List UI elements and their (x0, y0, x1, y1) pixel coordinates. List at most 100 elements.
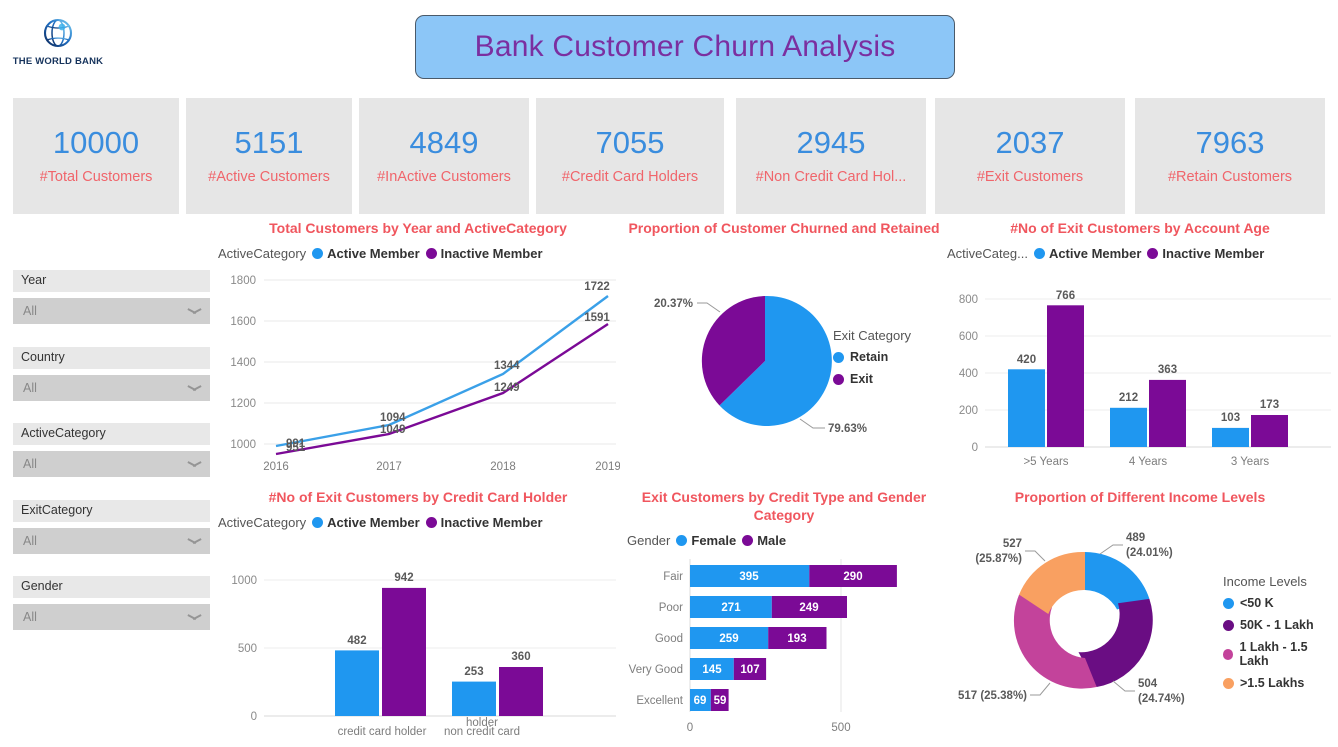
data-label: 1722 (584, 281, 610, 293)
y-tick: 400 (959, 368, 978, 380)
legend-label: Active Member (327, 514, 420, 530)
legend-label: Male (757, 532, 787, 548)
donut-chart-plot: 489 (24.01%) 504 (24.74%) 517 (25.38%) 5… (958, 532, 1185, 705)
leader-line (1099, 544, 1123, 555)
legend-item-inactive-member[interactable]: Inactive Member (1147, 246, 1264, 261)
bar-active-member[interactable] (335, 650, 379, 716)
page-title: Bank Customer Churn Analysis (474, 30, 896, 63)
chevron-down-icon (188, 613, 201, 621)
kpi-card-inactive-customers[interactable]: 4849 #InActive Customers (359, 98, 529, 214)
y-tick: 1200 (230, 398, 256, 410)
chart-exit-customers-by-credit-type-gender[interactable]: Exit Customers by Credit Type and Gender… (625, 489, 943, 747)
logo-wordmark: THE WORLD BANK (12, 55, 104, 67)
kpi-card-total-customers[interactable]: 10000 #Total Customers (13, 98, 179, 214)
legend-item-1lakh-1.5lakh[interactable]: 1 Lakh - 1.5 Lakh (1223, 640, 1335, 668)
legend-item-lt50k[interactable]: <50 K (1223, 596, 1335, 610)
slicer-field-label: Year (13, 270, 210, 292)
dashboard-title-banner: Bank Customer Churn Analysis (415, 15, 955, 79)
slicer-dropdown-exitcategory[interactable]: All (13, 527, 210, 554)
legend-label: Inactive Member (440, 245, 543, 261)
data-label: 395 (739, 571, 759, 583)
donut-data-label: 489 (1126, 532, 1145, 544)
legend-item-active-member[interactable]: Active Member (312, 514, 420, 530)
data-label: 766 (1056, 290, 1075, 302)
legend-item-50k-1lakh[interactable]: 50K - 1 Lakh (1223, 618, 1335, 632)
chart-title: #No of Exit Customers by Credit Card Hol… (268, 489, 568, 505)
legend-swatch-icon (676, 534, 688, 546)
legend-item-retain[interactable]: Retain (833, 350, 911, 364)
slicer-dropdown-year[interactable]: All (13, 298, 210, 324)
kpi-value: 10000 (52, 125, 140, 161)
bar-active-member[interactable] (452, 681, 496, 716)
leader-line (1030, 682, 1051, 696)
chart-exit-customers-by-credit-card-holder[interactable]: #No of Exit Customers by Credit Card Hol… (216, 489, 620, 747)
legend-item-exit[interactable]: Exit (833, 372, 911, 386)
kpi-label: #Retain Customers (1167, 168, 1293, 185)
x-tick: 2017 (376, 461, 402, 473)
kpi-card-non-credit-card-holders[interactable]: 2945 #Non Credit Card Hol... (736, 98, 926, 214)
chart-proportion-income-levels[interactable]: Proportion of Different Income Levels 48… (945, 489, 1335, 747)
pie-legend[interactable]: Exit Category Retain Exit (833, 328, 911, 394)
bar-inactive-member[interactable] (499, 666, 543, 716)
bar-active-member[interactable] (1212, 427, 1249, 447)
legend-item-active-member[interactable]: Active Member (1033, 246, 1141, 261)
legend-label: Female (691, 532, 737, 548)
chart-exit-customers-by-account-age[interactable]: #No of Exit Customers by Account Age Act… (945, 220, 1335, 482)
data-label: 173 (1260, 399, 1279, 411)
data-label: 249 (799, 602, 818, 614)
slicer-selected-value: All (23, 533, 37, 548)
slicer-panel: Year All Country All ActiveCategory All … (13, 270, 213, 653)
slicer-selected-value: All (23, 304, 37, 318)
legend-item-inactive-member[interactable]: Inactive Member (425, 514, 543, 530)
donut-data-label: 517 (25.38%) (958, 690, 1027, 702)
bar-inactive-member[interactable] (1149, 379, 1186, 447)
legend-swatch-icon (1223, 677, 1234, 689)
globe-icon (43, 18, 73, 47)
legend-swatch-icon (833, 373, 844, 385)
slicer-dropdown-gender[interactable]: All (13, 604, 210, 630)
legend-swatch-icon (425, 516, 437, 528)
legend-item-inactive-member[interactable]: Inactive Member (425, 245, 543, 261)
kpi-card-credit-card-holders[interactable]: 7055 #Credit Card Holders (536, 98, 724, 214)
chart-legend[interactable]: Gender Female Male (625, 533, 943, 548)
slicer-selected-value: All (23, 457, 37, 471)
chevron-down-icon (188, 384, 201, 392)
series-line-active-member (275, 294, 609, 448)
kpi-card-exit-customers[interactable]: 2037 #Exit Customers (935, 98, 1125, 214)
legend-swatch-icon (1147, 247, 1159, 259)
chart-legend[interactable]: ActiveCateg... Active Member Inactive Me… (945, 246, 1335, 261)
pie-data-label-retain: 79.63% (828, 423, 867, 435)
slicer-activecategory: ActiveCategory All (13, 423, 213, 477)
legend-item-gt1.5lakhs[interactable]: >1.5 Lakhs (1223, 676, 1335, 690)
chart-legend[interactable]: ActiveCategory Active Member Inactive Me… (216, 515, 620, 530)
bar-inactive-member[interactable] (1251, 414, 1288, 447)
bar-inactive-member[interactable] (1047, 305, 1084, 447)
leader-line (1025, 550, 1046, 562)
chart-title: Proportion of Customer Churned and Retai… (628, 220, 940, 236)
legend-label: >1.5 Lakhs (1240, 676, 1305, 690)
legend-item-female[interactable]: Female (676, 533, 736, 548)
data-label: 1094 (380, 412, 406, 424)
bar-active-member[interactable] (1008, 369, 1045, 447)
kpi-card-retain-customers[interactable]: 7963 #Retain Customers (1135, 98, 1325, 214)
kpi-label: #Non Credit Card Hol... (755, 168, 907, 185)
chart-proportion-churned-retained[interactable]: Proportion of Customer Churned and Retai… (625, 220, 943, 482)
kpi-card-active-customers[interactable]: 5151 #Active Customers (186, 98, 352, 214)
bar-inactive-member[interactable] (382, 587, 426, 716)
slicer-field-label: ExitCategory (13, 499, 210, 522)
y-tick: 1000 (231, 575, 257, 587)
donut-slice-1lakh-1.5lakh[interactable] (1013, 594, 1097, 689)
chart-total-customers-by-year[interactable]: Total Customers by Year and ActiveCatego… (216, 220, 621, 482)
slicer-dropdown-activecategory[interactable]: All (13, 451, 210, 477)
bar-active-member[interactable] (1110, 407, 1147, 447)
donut-legend[interactable]: Income Levels <50 K 50K - 1 Lakh 1 Lakh … (1223, 574, 1335, 698)
chart-legend[interactable]: ActiveCategory Active Member Inactive Me… (216, 246, 620, 261)
slicer-dropdown-country[interactable]: All (13, 374, 210, 401)
y-tick: 500 (238, 643, 257, 655)
legend-item-male[interactable]: Male (742, 533, 786, 548)
data-label: 951 (286, 442, 306, 454)
legend-item-active-member[interactable]: Active Member (312, 246, 420, 261)
y-tick: 1000 (230, 439, 256, 451)
legend-swatch-icon (312, 247, 324, 259)
legend-label: Inactive Member (440, 514, 543, 530)
